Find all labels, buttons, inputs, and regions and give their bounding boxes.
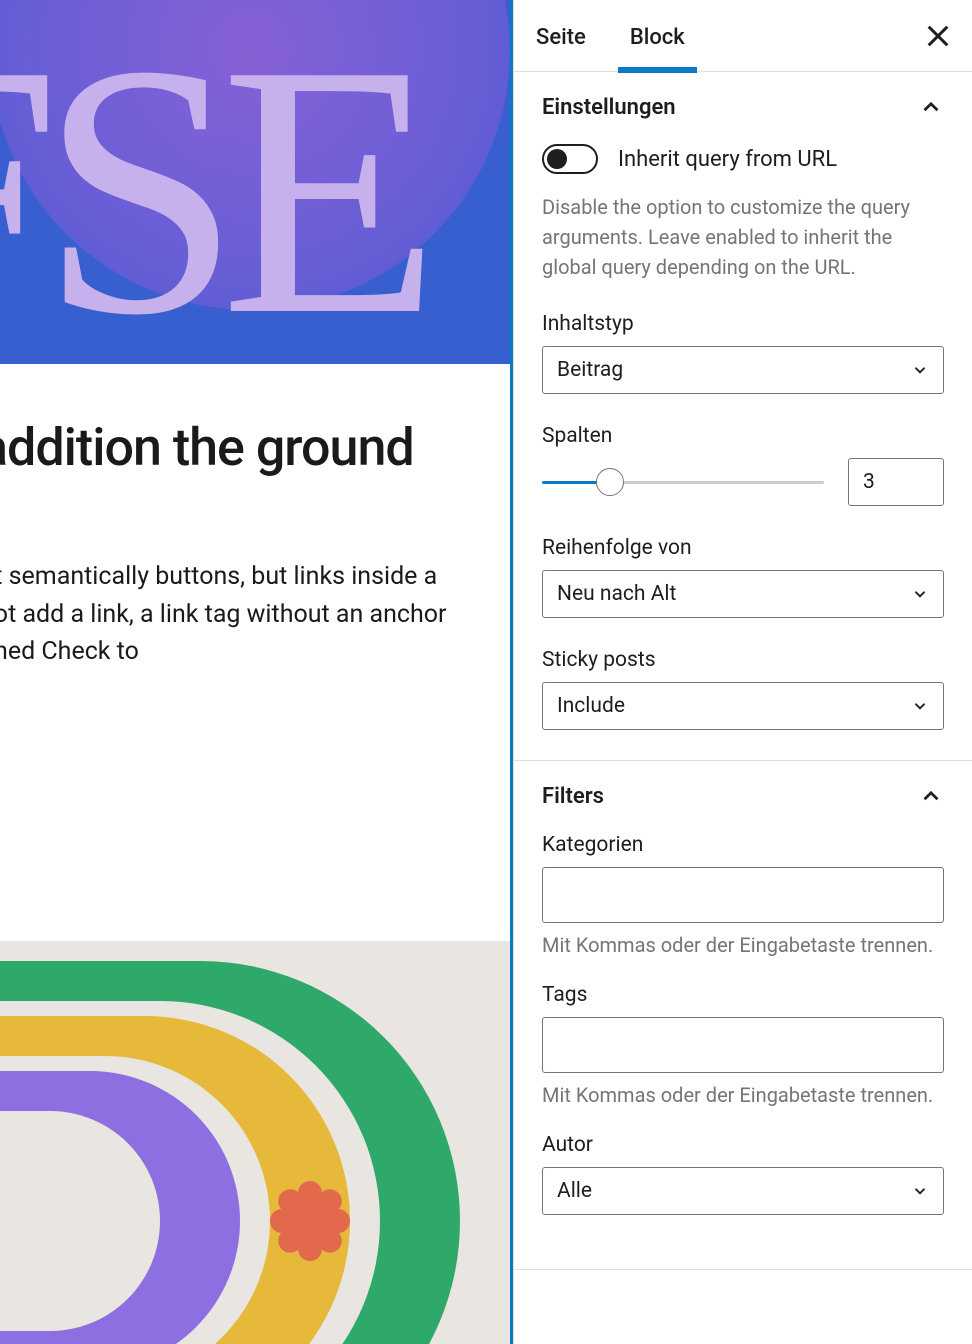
label-kategorien: Kategorien: [542, 833, 944, 857]
label-tags: Tags: [542, 983, 944, 1007]
section-filters: Filters Kategorien Mit Kommas oder der E…: [514, 761, 972, 1270]
section-header-filters[interactable]: Filters: [542, 783, 944, 809]
section-title: Filters: [542, 784, 604, 809]
label-spalten: Spalten: [542, 424, 944, 448]
article-title[interactable]: addition the ground: [0, 419, 510, 476]
article-line: ot semantically buttons, but links insid…: [0, 562, 437, 591]
chevron-down-icon: [911, 697, 929, 715]
toggle-help: Disable the option to customize the quer…: [542, 192, 944, 282]
toggle-label: Inherit query from URL: [618, 147, 837, 172]
toggle-row: Inherit query from URL: [542, 144, 944, 174]
chevron-down-icon: [911, 585, 929, 603]
field-kategorien: Kategorien Mit Kommas oder der Eingabeta…: [542, 833, 944, 959]
select-value: Alle: [557, 1179, 592, 1203]
spalten-slider[interactable]: [542, 462, 824, 502]
label-autor: Autor: [542, 1133, 944, 1157]
select-value: Include: [557, 694, 625, 718]
close-icon[interactable]: [922, 20, 954, 52]
slider-thumb[interactable]: [596, 468, 624, 496]
help-tags: Mit Kommas oder der Eingabetaste trennen…: [542, 1081, 944, 1109]
chevron-up-icon: [918, 94, 944, 120]
field-inhaltstyp: Inhaltstyp Beitrag: [542, 312, 944, 394]
help-kategorien: Mit Kommas oder der Eingabetaste trennen…: [542, 931, 944, 959]
chevron-down-icon: [911, 361, 929, 379]
select-autor[interactable]: Alle: [542, 1167, 944, 1215]
label-sticky: Sticky posts: [542, 648, 944, 672]
toggle-knob: [547, 149, 567, 169]
select-sticky[interactable]: Include: [542, 682, 944, 730]
tab-seite[interactable]: Seite: [514, 0, 608, 72]
spalten-number-input[interactable]: 3: [848, 458, 944, 506]
section-einstellungen: Einstellungen Inherit query from URL Dis…: [514, 72, 972, 761]
select-inhaltstyp[interactable]: Beitrag: [542, 346, 944, 394]
field-reihenfolge: Reihenfolge von Neu nach Alt: [542, 536, 944, 618]
field-autor: Autor Alle: [542, 1133, 944, 1215]
article-line: gned Check to: [0, 637, 139, 666]
article-line: not add a link, a link tag without an an…: [0, 600, 446, 629]
input-kategorien[interactable]: [542, 867, 944, 923]
editor-canvas[interactable]: FSE addition the ground ot semantically …: [0, 0, 513, 1344]
inherit-query-toggle[interactable]: [542, 144, 598, 174]
input-tags[interactable]: [542, 1017, 944, 1073]
section-header-einstellungen[interactable]: Einstellungen: [542, 94, 944, 120]
field-tags: Tags Mit Kommas oder der Eingabetaste tr…: [542, 983, 944, 1109]
select-value: Beitrag: [557, 358, 623, 382]
field-sticky: Sticky posts Include: [542, 648, 944, 730]
flower-icon: [270, 1181, 350, 1261]
hero-image[interactable]: FSE: [0, 0, 510, 364]
chevron-down-icon: [911, 1182, 929, 1200]
select-value: Neu nach Alt: [557, 582, 676, 606]
section-title: Einstellungen: [542, 95, 676, 120]
rainbow-image[interactable]: [0, 941, 510, 1344]
hero-text: FSE: [0, 10, 510, 364]
select-reihenfolge[interactable]: Neu nach Alt: [542, 570, 944, 618]
chevron-up-icon: [918, 783, 944, 809]
label-inhaltstyp: Inhaltstyp: [542, 312, 944, 336]
article-body[interactable]: ot semantically buttons, but links insid…: [0, 558, 510, 671]
article[interactable]: addition the ground ot semantically butt…: [0, 364, 510, 671]
sidebar: Seite Block Einstellungen Inherit query …: [513, 0, 972, 1344]
field-spalten: Spalten 3: [542, 424, 944, 506]
slider-track: [542, 481, 824, 484]
tab-block[interactable]: Block: [608, 0, 707, 72]
tabs: Seite Block: [514, 0, 972, 72]
label-reihenfolge: Reihenfolge von: [542, 536, 944, 560]
